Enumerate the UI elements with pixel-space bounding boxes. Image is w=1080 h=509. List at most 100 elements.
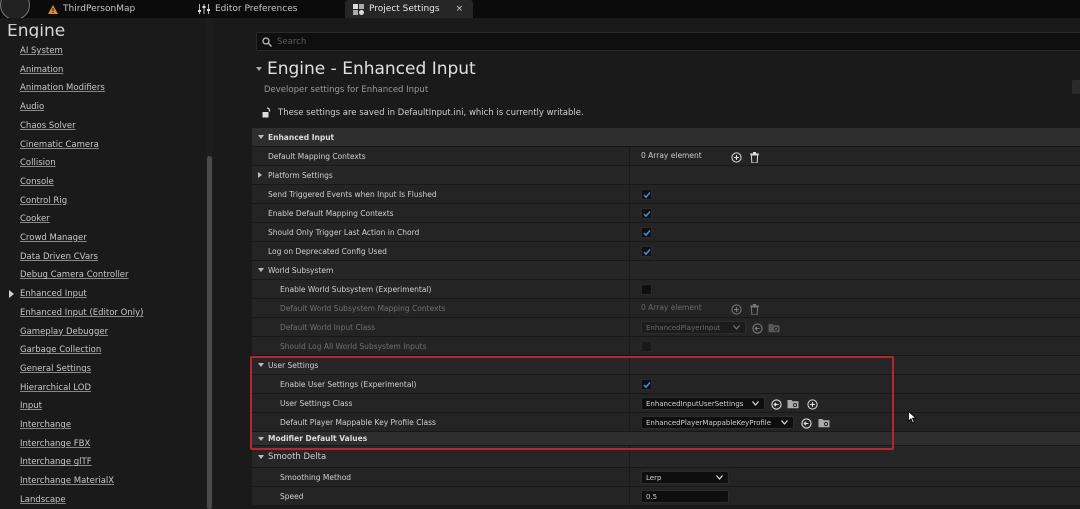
sidebar-item[interactable]: Enhanced Input: [20, 289, 87, 299]
sidebar-item[interactable]: Control Rig: [20, 196, 67, 206]
combo-value: EnhancedInputUserSettings: [646, 399, 744, 408]
expand-arrow-icon: [258, 172, 262, 178]
subcategory-world-subsystem[interactable]: World Subsystem: [252, 261, 1080, 280]
speed-input[interactable]: 0.5: [641, 490, 729, 503]
project-settings-icon: [353, 3, 364, 15]
sidebar-item[interactable]: Crowd Manager: [20, 233, 87, 243]
property-grid: Enhanced Input Default Mapping Contexts …: [252, 128, 1080, 509]
checkbox-checked[interactable]: [641, 227, 652, 238]
search-box[interactable]: [256, 32, 1080, 51]
sidebar-scrollbar[interactable]: [207, 156, 212, 509]
sidebar-item[interactable]: Debug Camera Controller: [20, 270, 129, 280]
sidebar-item[interactable]: Interchange MaterialX: [20, 476, 114, 486]
property-label: Default World Input Class: [280, 323, 376, 332]
class-picker-combo[interactable]: EnhancedPlayerMappableKeyProfile: [641, 416, 794, 429]
sliders-icon: [198, 4, 210, 14]
property-row: Default Player Mappable Key Profile Clas…: [252, 413, 1080, 432]
subcategory-user-settings[interactable]: User Settings: [252, 356, 1080, 375]
sidebar-item[interactable]: Console: [20, 177, 54, 187]
property-row: Default Mapping Contexts 0 Array element: [252, 147, 1080, 166]
collapse-arrow-icon: [258, 363, 264, 367]
array-count: 0 Array element: [641, 151, 702, 160]
sidebar-item[interactable]: Enhanced Input (Editor Only): [20, 308, 143, 318]
sidebar-item[interactable]: AI System: [20, 46, 63, 56]
sidebar-item[interactable]: Collision: [20, 158, 56, 168]
class-picker-combo[interactable]: EnhancedInputUserSettings: [641, 397, 765, 410]
checkbox-checked[interactable]: [641, 189, 652, 200]
property-row: Default World Input Class EnhancedPlayer…: [252, 318, 1080, 337]
property-label: Smoothing Method: [280, 473, 352, 482]
trash-icon[interactable]: [748, 151, 760, 163]
selected-arrow-icon: [9, 290, 14, 299]
unreal-logo[interactable]: [0, 0, 30, 20]
property-label: User Settings: [268, 361, 319, 370]
browse-folder-icon[interactable]: [787, 398, 799, 410]
collapse-arrow-icon: [258, 437, 264, 441]
checkbox-checked[interactable]: [641, 208, 652, 219]
use-selected-icon[interactable]: [751, 322, 763, 334]
property-row: Speed 0.5: [252, 487, 1080, 506]
sidebar-item[interactable]: Cooker: [20, 214, 50, 224]
sidebar-item[interactable]: Interchange: [20, 420, 71, 430]
chevron-down-icon: [716, 475, 723, 480]
sidebar-item[interactable]: Animation Modifiers: [20, 83, 105, 93]
close-tab-icon[interactable]: ×: [456, 4, 464, 14]
category-modifier-default-values[interactable]: Modifier Default Values: [252, 432, 1080, 446]
use-selected-icon[interactable]: [770, 398, 782, 410]
trash-icon[interactable]: [748, 303, 760, 315]
search-icon: [262, 36, 272, 47]
settings-sidebar: Engine AI System Animation Animation Modif…: [0, 18, 218, 509]
sidebar-item[interactable]: Chaos Solver: [20, 121, 76, 131]
property-label: Platform Settings: [268, 171, 333, 180]
browse-folder-icon[interactable]: [768, 322, 780, 334]
category-enhanced-input[interactable]: Enhanced Input: [252, 128, 1080, 147]
use-selected-icon[interactable]: [800, 417, 812, 429]
checkbox-checked[interactable]: [641, 246, 652, 257]
export-button[interactable]: [1072, 80, 1080, 94]
sidebar-item[interactable]: Interchange glTF: [20, 457, 92, 467]
sidebar-item[interactable]: Cinematic Camera: [20, 140, 99, 150]
browse-folder-icon[interactable]: [818, 417, 830, 429]
sidebar-item[interactable]: Animation: [20, 65, 63, 75]
property-row: Should Log All World Subsystem Inputs: [252, 337, 1080, 356]
sidebar-item[interactable]: Input: [20, 401, 42, 411]
add-element-icon[interactable]: [730, 151, 742, 163]
checkbox-checked[interactable]: [641, 379, 652, 390]
sidebar-item[interactable]: General Settings: [20, 364, 91, 374]
search-input[interactable]: [277, 36, 977, 47]
add-element-icon[interactable]: [806, 398, 818, 410]
tab-project-settings[interactable]: Project Settings ×: [345, 0, 474, 18]
property-label: Default Player Mappable Key Profile Clas…: [280, 418, 436, 427]
page-title[interactable]: Engine - Enhanced Input: [256, 59, 476, 79]
property-label: Speed: [280, 492, 304, 501]
property-label: World Subsystem: [268, 266, 334, 275]
sidebar-item[interactable]: Data Driven CVars: [20, 252, 98, 262]
property-label: Default World Subsystem Mapping Contexts: [280, 304, 446, 313]
smoothing-method-select[interactable]: Lerp: [641, 471, 729, 484]
sidebar-item[interactable]: Hierarchical LOD: [20, 383, 91, 393]
array-count: 0 Array element: [641, 303, 702, 312]
tab-third-person-map[interactable]: ThirdPersonMap: [48, 0, 135, 18]
sidebar-item[interactable]: Interchange FBX: [20, 439, 90, 449]
checkbox-unchecked[interactable]: [641, 341, 652, 352]
page-subtitle: Developer settings for Enhanced Input: [264, 85, 429, 95]
chevron-down-icon: [781, 420, 788, 425]
tab-editor-preferences[interactable]: Editor Preferences: [198, 0, 297, 18]
class-picker-combo[interactable]: EnhancedPlayerInput: [641, 321, 746, 334]
subcategory-platform-settings[interactable]: Platform Settings: [252, 166, 1080, 185]
property-row: Enable World Subsystem (Experimental): [252, 280, 1080, 299]
property-row: Enable Default Mapping Contexts: [252, 204, 1080, 223]
sidebar-item[interactable]: Gameplay Debugger: [20, 327, 108, 337]
combo-value: Lerp: [646, 473, 662, 482]
subcategory-smooth-delta[interactable]: Smooth Delta: [252, 446, 1080, 468]
property-label: Should Log All World Subsystem Inputs: [280, 342, 427, 351]
mouse-cursor-icon: [908, 411, 917, 424]
chevron-down-icon: [733, 325, 740, 330]
sidebar-item[interactable]: Garbage Collection: [20, 345, 101, 355]
sidebar-item[interactable]: Landscape: [20, 495, 66, 505]
property-label: Enable World Subsystem (Experimental): [280, 285, 432, 294]
checkbox-unchecked[interactable]: [641, 284, 652, 295]
tab-label: Editor Preferences: [215, 4, 298, 14]
sidebar-item[interactable]: Audio: [20, 102, 44, 112]
add-element-icon[interactable]: [730, 303, 742, 315]
